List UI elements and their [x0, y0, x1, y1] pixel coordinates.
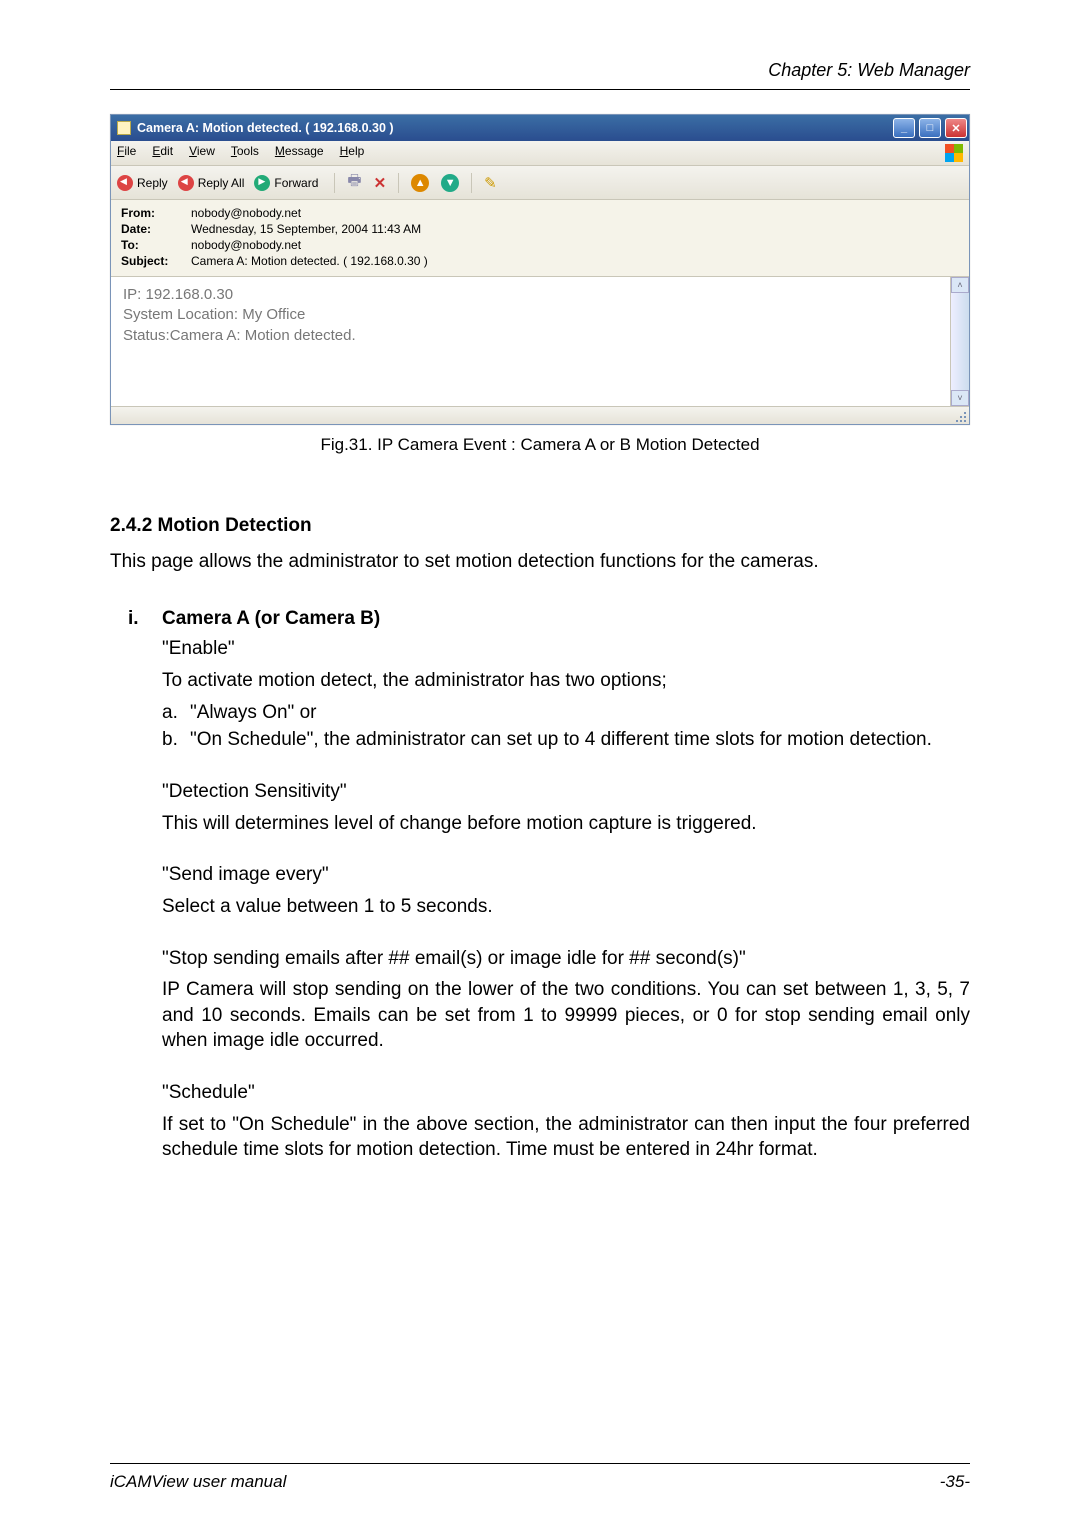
forward-button[interactable]: Forward: [254, 175, 318, 191]
date-label: Date:: [121, 222, 191, 236]
delete-icon[interactable]: ✕: [374, 174, 387, 192]
figure-caption: Fig.31. IP Camera Event : Camera A or B …: [110, 435, 970, 455]
menu-message[interactable]: Message: [275, 144, 324, 162]
section-heading: 2.4.2 Motion Detection: [110, 515, 970, 537]
option-label: "Enable": [162, 636, 970, 662]
app-logo-icon: [945, 144, 963, 162]
menu-edit[interactable]: Edit: [152, 144, 173, 162]
inner-marker: b.: [162, 727, 190, 753]
maximize-icon[interactable]: □: [919, 118, 941, 138]
date-value: Wednesday, 15 September, 2004 11:43 AM: [191, 222, 421, 236]
next-icon[interactable]: ▼: [441, 174, 459, 192]
chapter-header: Chapter 5: Web Manager: [110, 60, 970, 90]
subsection-title: Camera A (or Camera B): [162, 608, 970, 630]
reply-all-icon: [178, 175, 194, 191]
inner-text: "On Schedule", the administrator can set…: [190, 727, 970, 753]
menu-view[interactable]: View: [189, 144, 215, 162]
titlebar: Camera A: Motion detected. ( 192.168.0.3…: [111, 115, 969, 141]
option-desc: This will determines level of change bef…: [162, 811, 970, 837]
menu-help[interactable]: Help: [340, 144, 365, 162]
list-marker: i.: [128, 608, 162, 1169]
subject-label: Subject:: [121, 254, 191, 268]
from-label: From:: [121, 206, 191, 220]
section-intro: This page allows the administrator to se…: [110, 549, 970, 575]
reply-all-button[interactable]: Reply All: [178, 175, 245, 191]
footer-left: iCAMView user manual: [110, 1472, 286, 1492]
to-label: To:: [121, 238, 191, 252]
reply-button[interactable]: Reply: [117, 175, 168, 191]
email-body: IP: 192.168.0.30 System Location: My Off…: [111, 277, 951, 406]
inner-text: "Always On" or: [190, 700, 970, 726]
to-value: nobody@nobody.net: [191, 238, 301, 252]
toolbar: Reply Reply All Forward 🖶 ✕ ▲ ▼ ✎: [111, 166, 969, 200]
forward-icon: [254, 175, 270, 191]
close-icon[interactable]: ✕: [945, 118, 967, 138]
option-desc: IP Camera will stop sending on the lower…: [162, 977, 970, 1054]
scrollbar[interactable]: ˄ ˅: [951, 277, 969, 406]
mail-icon: [117, 121, 131, 135]
resize-grip-icon[interactable]: [952, 408, 968, 424]
scroll-down-icon[interactable]: ˅: [951, 390, 969, 406]
scroll-up-icon[interactable]: ˄: [951, 277, 969, 293]
email-window: Camera A: Motion detected. ( 192.168.0.3…: [110, 114, 970, 425]
body-line: System Location: My Office: [123, 305, 938, 325]
body-line: Status:Camera A: Motion detected.: [123, 326, 938, 346]
email-headers: From:nobody@nobody.net Date:Wednesday, 1…: [111, 200, 969, 277]
menu-tools[interactable]: Tools: [231, 144, 259, 162]
page-footer: iCAMView user manual -35-: [110, 1463, 970, 1492]
body-line: IP: 192.168.0.30: [123, 285, 938, 305]
option-label: "Send image every": [162, 862, 970, 888]
addresses-icon[interactable]: ✎: [484, 174, 497, 192]
print-icon[interactable]: 🖶: [347, 170, 361, 195]
previous-icon[interactable]: ▲: [411, 174, 429, 192]
menubar: File Edit View Tools Message Help: [111, 141, 969, 166]
option-desc: Select a value between 1 to 5 seconds.: [162, 894, 970, 920]
window-title: Camera A: Motion detected. ( 192.168.0.3…: [137, 121, 891, 135]
option-desc: If set to "On Schedule" in the above sec…: [162, 1112, 970, 1163]
minimize-icon[interactable]: _: [893, 118, 915, 138]
subject-value: Camera A: Motion detected. ( 192.168.0.3…: [191, 254, 428, 268]
reply-icon: [117, 175, 133, 191]
option-label: "Schedule": [162, 1080, 970, 1106]
option-desc: To activate motion detect, the administr…: [162, 668, 970, 694]
option-label: "Detection Sensitivity": [162, 779, 970, 805]
menu-file[interactable]: File: [117, 144, 136, 162]
from-value: nobody@nobody.net: [191, 206, 301, 220]
inner-marker: a.: [162, 700, 190, 726]
option-label: "Stop sending emails after ## email(s) o…: [162, 946, 970, 972]
footer-right: -35-: [940, 1472, 970, 1492]
statusbar: [111, 406, 969, 424]
